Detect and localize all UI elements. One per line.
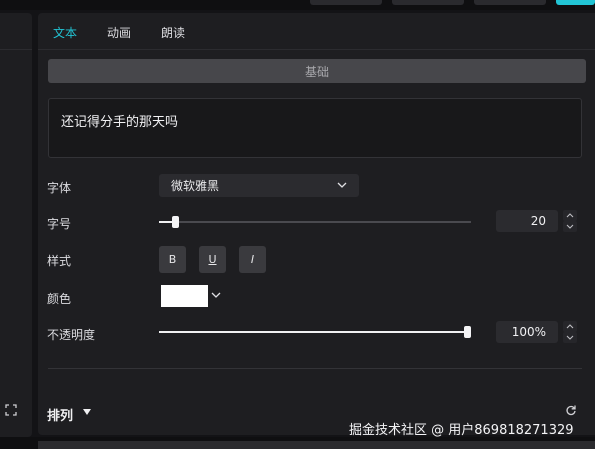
top-toolbar bbox=[0, 0, 595, 10]
font-size-slider-thumb[interactable] bbox=[171, 216, 179, 228]
opacity-stepper[interactable] bbox=[563, 321, 577, 343]
chevron-up-icon bbox=[566, 213, 574, 218]
export-button[interactable] bbox=[556, 0, 595, 5]
opacity-slider-fill bbox=[159, 331, 471, 333]
tab-text[interactable]: 文本 bbox=[53, 24, 77, 41]
italic-button[interactable]: I bbox=[239, 246, 266, 273]
fullscreen-icon[interactable] bbox=[5, 404, 17, 416]
tab-animation[interactable]: 动画 bbox=[107, 24, 131, 41]
decrement-button[interactable] bbox=[563, 332, 577, 343]
color-swatch[interactable] bbox=[161, 285, 208, 307]
preview-panel bbox=[0, 13, 32, 437]
chevron-down-icon[interactable] bbox=[210, 290, 222, 300]
preview-panel-header bbox=[0, 13, 32, 50]
font-size-stepper[interactable] bbox=[563, 210, 577, 232]
font-label: 字体 bbox=[47, 181, 72, 195]
caret-down-icon[interactable] bbox=[82, 408, 92, 416]
font-size-input[interactable]: 20 bbox=[496, 210, 558, 232]
chevron-down-icon bbox=[566, 224, 574, 229]
style-label: 样式 bbox=[47, 254, 72, 268]
section-divider bbox=[48, 368, 582, 369]
arrange-section-toggle[interactable]: 排列 bbox=[47, 405, 73, 424]
color-label: 颜色 bbox=[47, 292, 72, 306]
font-select[interactable]: 微软雅黑 bbox=[159, 174, 359, 197]
opacity-slider-thumb[interactable] bbox=[464, 326, 471, 338]
chevron-down-icon bbox=[566, 335, 574, 340]
font-size-label: 字号 bbox=[47, 217, 72, 231]
text-properties-panel: 文本 动画 朗读 基础 还记得分手的那天吗 字体 微软雅黑 字号 20 样式 B… bbox=[38, 13, 595, 435]
chevron-up-icon bbox=[566, 324, 574, 329]
section-basic[interactable]: 基础 bbox=[48, 59, 586, 83]
toolbar-button[interactable] bbox=[474, 0, 546, 5]
underline-button[interactable]: U bbox=[199, 246, 226, 273]
opacity-label: 不透明度 bbox=[47, 328, 96, 342]
watermark: 掘金技术社区 @ 用户869818271329 bbox=[349, 423, 574, 438]
toolbar-button[interactable] bbox=[392, 0, 464, 5]
bold-button[interactable]: B bbox=[159, 246, 186, 273]
bottom-scroll-area bbox=[0, 437, 595, 449]
text-content-input[interactable]: 还记得分手的那天吗 bbox=[48, 98, 582, 158]
tab-bar: 文本 动画 朗读 bbox=[38, 13, 595, 50]
horizontal-scrollbar[interactable] bbox=[38, 441, 595, 449]
font-size-slider-track[interactable] bbox=[159, 221, 471, 223]
increment-button[interactable] bbox=[563, 321, 577, 332]
font-select-value: 微软雅黑 bbox=[171, 179, 220, 193]
decrement-button[interactable] bbox=[563, 221, 577, 232]
increment-button[interactable] bbox=[563, 210, 577, 221]
chevron-down-icon bbox=[337, 182, 347, 188]
tab-read-aloud[interactable]: 朗读 bbox=[161, 24, 185, 41]
opacity-input[interactable]: 100% bbox=[496, 321, 558, 343]
toolbar-button[interactable] bbox=[310, 0, 382, 5]
reset-icon[interactable] bbox=[565, 404, 577, 416]
